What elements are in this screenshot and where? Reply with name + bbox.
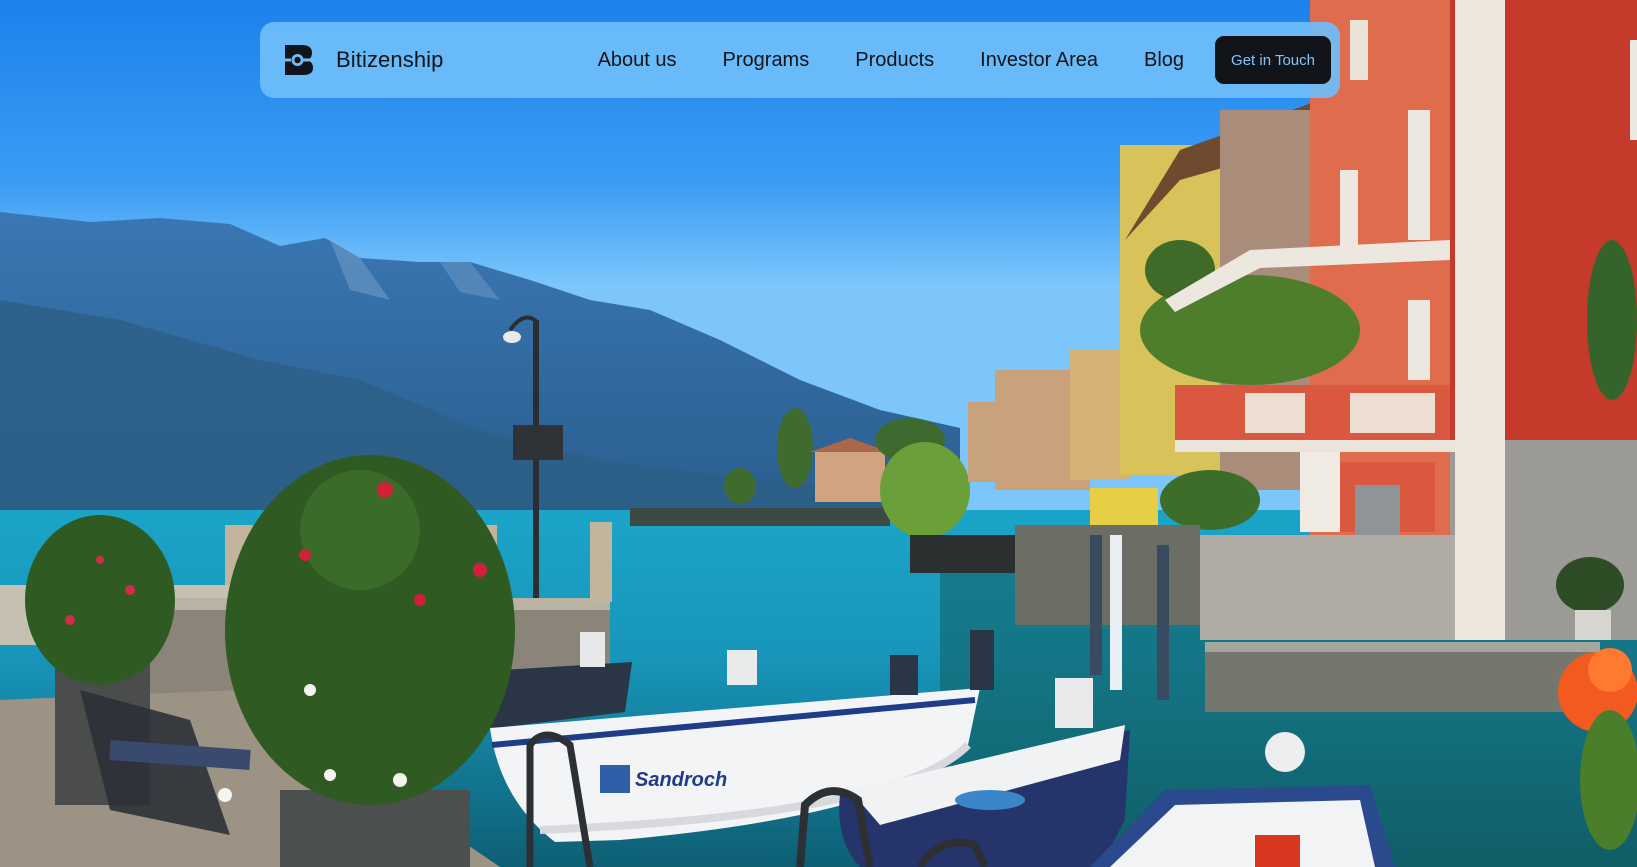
nav-links: About us Programs Products Investor Area… xyxy=(598,49,1184,72)
hero-section: Sandroch Bitizenship About us Programs P… xyxy=(0,0,1637,867)
bitizenship-logo-icon xyxy=(282,45,316,75)
brand-home-link[interactable]: Bitizenship xyxy=(282,43,444,77)
nav-link-about-us[interactable]: About us xyxy=(598,49,677,72)
boat-name-text: Sandroch xyxy=(635,769,727,791)
nav-link-products[interactable]: Products xyxy=(855,49,934,72)
hero-background-image: Sandroch xyxy=(0,0,1637,867)
top-navigation-bar: Bitizenship About us Programs Products I… xyxy=(260,22,1340,98)
get-in-touch-button[interactable]: Get in Touch xyxy=(1215,36,1331,84)
nav-link-blog[interactable]: Blog xyxy=(1144,49,1184,72)
nav-link-programs[interactable]: Programs xyxy=(723,49,810,72)
nav-link-investor-area[interactable]: Investor Area xyxy=(980,49,1098,72)
brand-name: Bitizenship xyxy=(336,47,444,72)
